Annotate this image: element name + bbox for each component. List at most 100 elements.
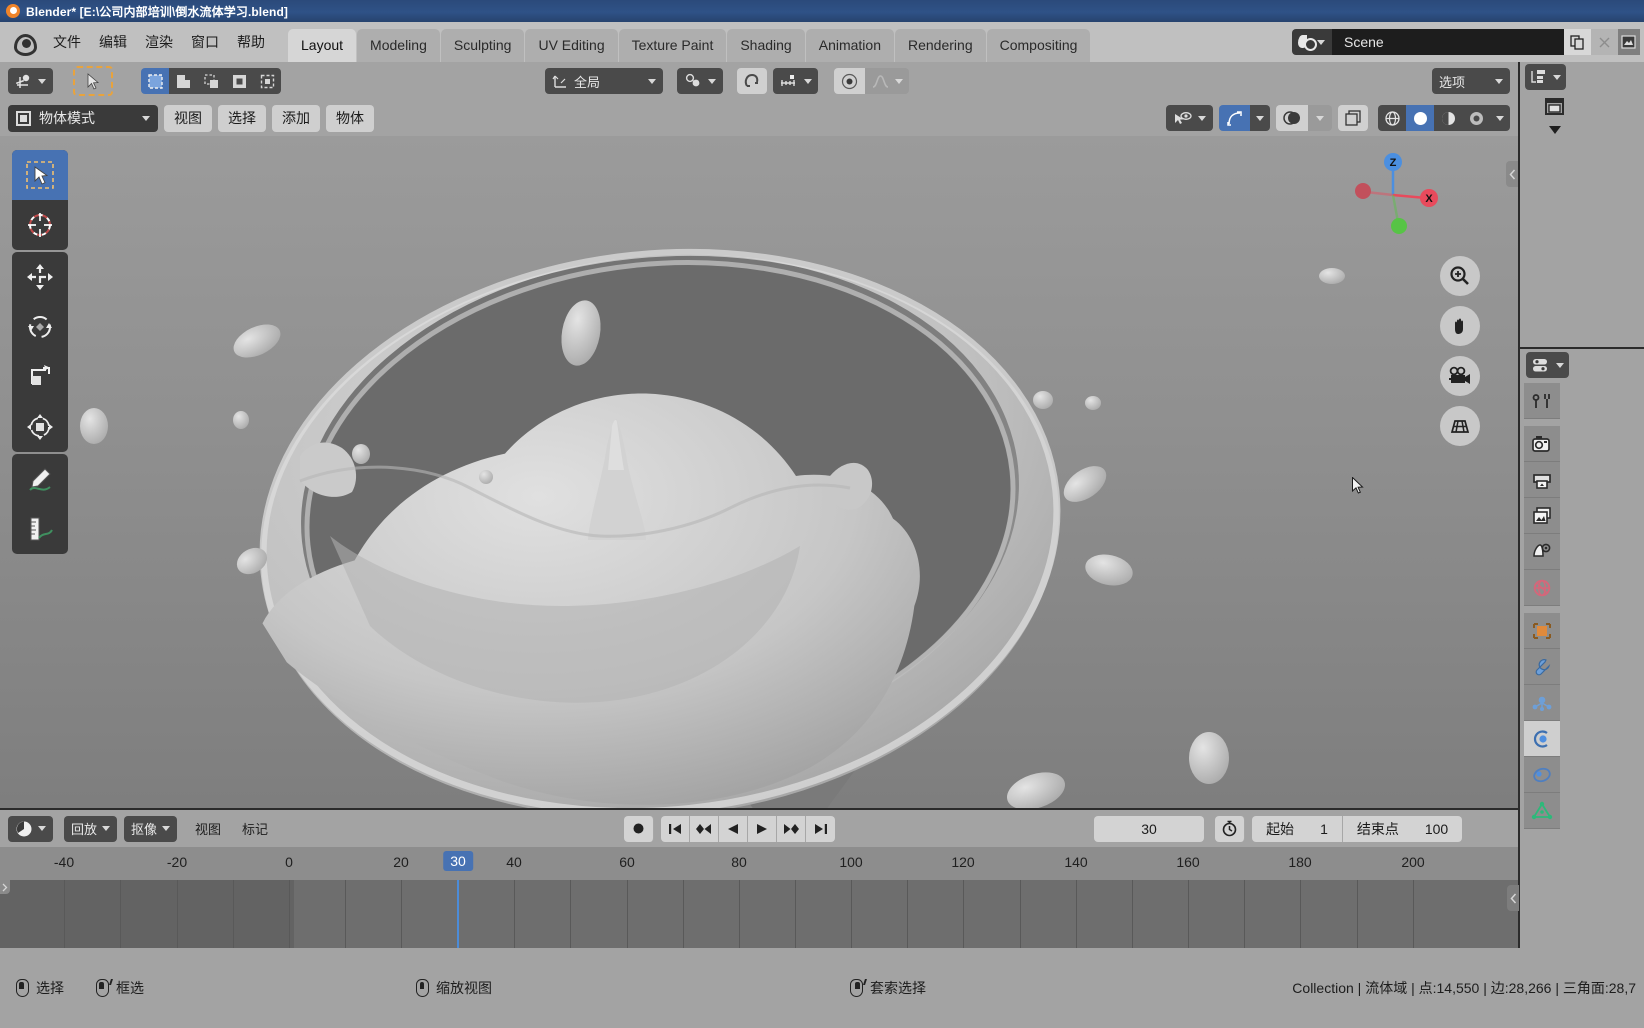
timeline-playhead[interactable] (457, 880, 459, 948)
timeline-body[interactable] (0, 880, 1518, 948)
jump-to-next-keyframe-button[interactable] (777, 815, 807, 842)
navigation-gizmo[interactable]: Z X (1355, 153, 1438, 234)
constraint-properties-tab[interactable] (1524, 757, 1560, 793)
scale-tool-button[interactable] (12, 352, 68, 402)
menu-help[interactable]: 帮助 (228, 27, 274, 57)
tab-sculpting[interactable]: Sculpting (440, 29, 525, 62)
timeline-ruler[interactable]: -40 -20 0 20 30 40 60 80 100 120 140 160… (0, 847, 1518, 880)
menu-edit[interactable]: 编辑 (90, 27, 136, 57)
scene-properties-tab[interactable] (1524, 534, 1560, 570)
tab-compositing[interactable]: Compositing (986, 29, 1091, 62)
zoom-view-button[interactable] (1440, 256, 1480, 296)
tweak-tool-button[interactable] (73, 66, 113, 96)
timeline-sidebar-toggle[interactable] (0, 880, 10, 894)
timeline-editor-type-button[interactable] (8, 815, 53, 842)
gizmo-options-button[interactable] (1250, 105, 1270, 131)
object-mode-selector[interactable]: 物体模式 (8, 104, 158, 132)
show-gizmo-button[interactable] (1219, 105, 1250, 131)
tool-properties-tab[interactable] (1524, 383, 1560, 419)
snap-to-button[interactable] (677, 68, 723, 94)
window-controls[interactable] (1618, 29, 1640, 55)
current-frame-field[interactable]: 30 (1094, 815, 1205, 842)
menu-window[interactable]: 窗口 (182, 27, 228, 57)
rendered-shading-button[interactable] (1462, 105, 1490, 131)
view-layer-properties-tab[interactable] (1524, 498, 1560, 534)
start-frame-field[interactable]: 起始 1 (1252, 815, 1342, 842)
tab-rendering[interactable]: Rendering (895, 29, 986, 62)
physics-properties-tab[interactable] (1524, 721, 1560, 757)
tweak-tool-button[interactable] (12, 150, 68, 200)
viewport-options-button[interactable]: 选项 (1432, 68, 1510, 94)
end-frame-field[interactable]: 结束点 100 (1341, 815, 1463, 842)
viewport-menu-view[interactable]: 视图 (164, 104, 212, 132)
modifier-properties-tab[interactable] (1524, 649, 1560, 685)
object-data-properties-tab[interactable] (1524, 793, 1560, 829)
tab-uv-editing[interactable]: UV Editing (525, 29, 618, 62)
auto-keyframe-button[interactable] (1215, 815, 1246, 842)
rotate-tool-button[interactable] (12, 302, 68, 352)
tab-modeling[interactable]: Modeling (357, 29, 440, 62)
toggle-xray-button[interactable] (1338, 105, 1368, 131)
scene-browse-button[interactable] (1292, 29, 1332, 55)
show-overlays-button[interactable] (1276, 105, 1308, 131)
camera-view-button[interactable] (1440, 356, 1480, 396)
viewport-menu-select[interactable]: 选择 (218, 104, 266, 132)
intersect-select-button[interactable] (225, 68, 253, 94)
extend-select-button[interactable] (169, 68, 197, 94)
move-tool-button[interactable] (12, 252, 68, 302)
keying-menu-button[interactable]: 抠像 (124, 815, 178, 842)
visibility-selectability-button[interactable] (1166, 105, 1213, 131)
tab-layout[interactable]: Layout (288, 29, 357, 62)
scene-collection-icon[interactable] (1544, 96, 1566, 116)
play-button[interactable] (748, 815, 778, 842)
record-keyframe-button[interactable] (624, 815, 655, 842)
world-properties-tab[interactable] (1524, 570, 1560, 606)
solid-shading-button[interactable] (1406, 105, 1434, 131)
magnet-toggle-button[interactable] (737, 68, 767, 94)
subtract-select-button[interactable] (197, 68, 225, 94)
play-reverse-button[interactable] (719, 815, 749, 842)
material-preview-button[interactable] (1434, 105, 1462, 131)
menu-file[interactable]: 文件 (44, 27, 90, 57)
unlink-scene-button[interactable] (1591, 29, 1618, 55)
overlay-options-button[interactable] (1308, 105, 1332, 131)
sidebar-toggle[interactable] (1506, 161, 1518, 187)
editor-type-button[interactable] (8, 68, 53, 94)
output-properties-tab[interactable] (1524, 462, 1560, 498)
menu-render[interactable]: 渲染 (136, 27, 182, 57)
snap-increment-button[interactable] (773, 68, 818, 94)
3d-viewport[interactable]: Z X (0, 136, 1518, 808)
annotate-tool-button[interactable] (12, 454, 68, 504)
tab-shading[interactable]: Shading (727, 29, 805, 62)
toggle-ortho-button[interactable] (1440, 406, 1480, 446)
timeline-menu-view[interactable]: 视图 (188, 816, 228, 842)
properties-collapse-toggle[interactable] (1507, 885, 1519, 911)
move-view-button[interactable] (1440, 306, 1480, 346)
set-select-button[interactable] (141, 68, 169, 94)
disclosure-triangle-icon[interactable] (1548, 124, 1562, 136)
timeline-menu-marker[interactable]: 标记 (235, 816, 275, 842)
blender-logo-icon[interactable] (10, 29, 38, 56)
viewport-menu-add[interactable]: 添加 (272, 104, 320, 132)
jump-to-prev-keyframe-button[interactable] (690, 815, 720, 842)
new-scene-button[interactable] (1564, 29, 1591, 55)
jump-to-end-button[interactable] (806, 815, 836, 842)
tab-texture-paint[interactable]: Texture Paint (618, 29, 727, 62)
wireframe-shading-button[interactable] (1378, 105, 1406, 131)
transform-tool-button[interactable] (12, 402, 68, 452)
cursor-tool-button[interactable] (12, 200, 68, 250)
properties-editor-type-button[interactable] (1526, 352, 1569, 378)
shading-options-button[interactable] (1490, 105, 1510, 131)
playback-menu-button[interactable]: 回放 (64, 815, 118, 842)
measure-tool-button[interactable] (12, 504, 68, 554)
difference-select-button[interactable] (253, 68, 281, 94)
jump-to-start-button[interactable] (661, 815, 691, 842)
object-properties-tab[interactable] (1524, 613, 1560, 649)
scene-name-field[interactable]: Scene (1332, 29, 1564, 55)
viewport-menu-object[interactable]: 物体 (326, 104, 374, 132)
outliner-panel[interactable] (1520, 62, 1644, 347)
particle-properties-tab[interactable] (1524, 685, 1560, 721)
proportional-editing-button[interactable] (834, 68, 865, 94)
outliner-display-mode-button[interactable] (1525, 64, 1566, 90)
falloff-button[interactable] (865, 68, 909, 94)
